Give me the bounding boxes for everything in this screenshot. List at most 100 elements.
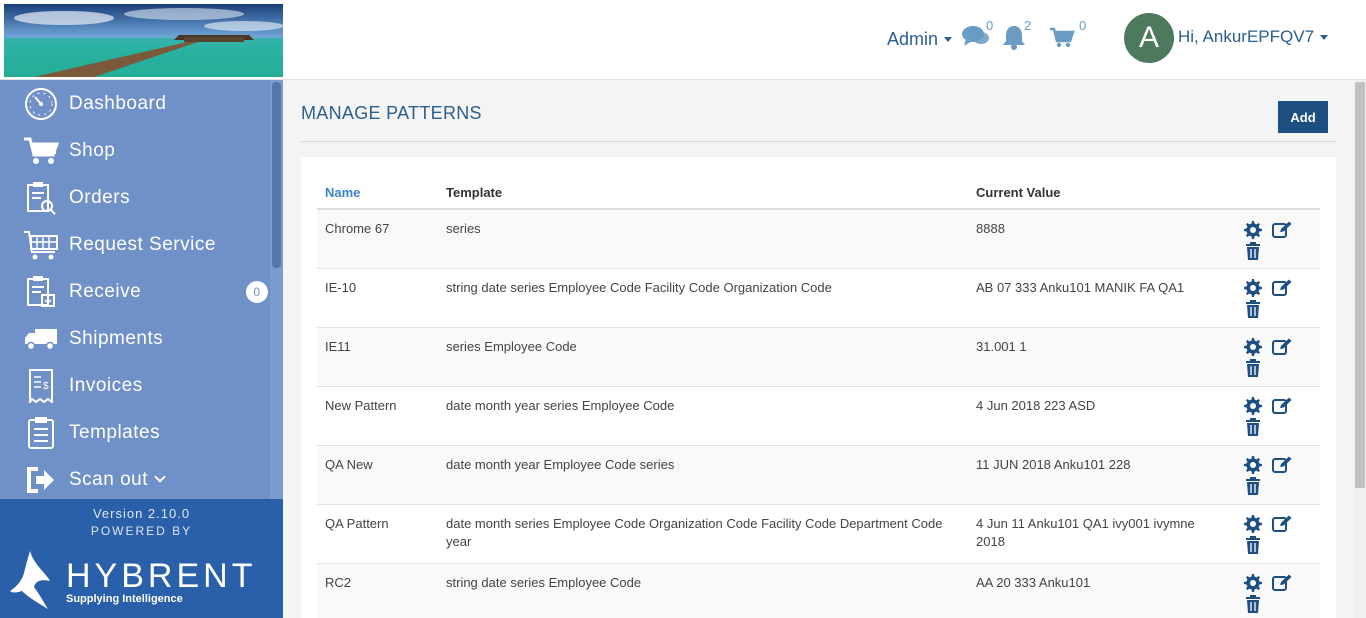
sidebar-scrollbar-thumb[interactable]	[272, 82, 281, 268]
table-row: RC2 string date series Employee Code AA 20…	[317, 562, 1320, 618]
edit-icon[interactable]	[1272, 456, 1292, 475]
truck-icon	[22, 322, 60, 356]
sign-out-icon	[22, 463, 60, 497]
page-title: MANAGE PATTERNS	[301, 103, 482, 123]
sidebar-item-label: Shop	[69, 139, 116, 161]
sidebar: Dashboard Shop Orders Request Service Re…	[0, 80, 283, 618]
sidebar-item-label: Request Service	[69, 233, 216, 255]
sidebar-item-label: Invoices	[69, 374, 143, 396]
delete-trash-icon[interactable]	[1243, 477, 1263, 496]
cart-count: 0	[1079, 18, 1087, 33]
table-row: IE-10 string date series Employee Code Fa…	[317, 267, 1320, 327]
receive-clipboard-icon	[22, 275, 60, 309]
edit-icon[interactable]	[1272, 279, 1292, 298]
delete-trash-icon[interactable]	[1243, 359, 1263, 378]
column-header-actions	[1230, 176, 1320, 210]
banner-image	[4, 4, 283, 77]
settings-gear-icon[interactable]	[1243, 515, 1263, 534]
cell-template: series	[438, 208, 968, 268]
user-menu[interactable]: Hi, AnkurEPFQV7	[1178, 27, 1329, 47]
cell-name: QA New	[317, 444, 438, 504]
sidebar-item-label: Scan out	[69, 469, 270, 491]
cell-actions	[1230, 503, 1320, 563]
settings-gear-icon[interactable]	[1243, 220, 1263, 239]
sidebar-item-templates[interactable]: Templates	[0, 409, 270, 456]
edit-icon[interactable]	[1272, 338, 1292, 357]
main-scrollbar-thumb[interactable]	[1355, 82, 1365, 488]
cell-template: string date series Employee Code Facilit…	[438, 267, 968, 327]
edit-icon[interactable]	[1272, 574, 1292, 593]
cell-actions	[1230, 444, 1320, 504]
hybrent-bird-logo-icon	[10, 551, 50, 609]
settings-gear-icon[interactable]	[1243, 338, 1263, 357]
edit-icon[interactable]	[1272, 515, 1292, 534]
delete-trash-icon[interactable]	[1243, 241, 1263, 260]
settings-gear-icon[interactable]	[1243, 279, 1263, 298]
cell-name: IE11	[317, 326, 438, 386]
column-header-current-value: Current Value	[968, 176, 1230, 210]
settings-gear-icon[interactable]	[1243, 397, 1263, 416]
sidebar-item-dashboard[interactable]: Dashboard	[0, 80, 270, 127]
request-service-cart-icon	[22, 228, 60, 262]
delete-trash-icon[interactable]	[1243, 418, 1263, 437]
sidebar-item-receive[interactable]: Receive 0	[0, 268, 270, 315]
admin-label: Admin	[887, 29, 939, 49]
edit-icon[interactable]	[1272, 397, 1292, 416]
cell-current-value: 31.001 1	[968, 326, 1230, 386]
bell-icon	[1003, 26, 1025, 50]
cell-actions	[1230, 562, 1320, 618]
sidebar-item-orders[interactable]: Orders	[0, 174, 270, 221]
patterns-table: Name Template Current Value Chrome 67 ser…	[317, 176, 1320, 618]
table-row: IE11 series Employee Code 31.001 1	[317, 326, 1320, 386]
delete-trash-icon[interactable]	[1243, 300, 1263, 319]
sidebar-item-label: Shipments	[69, 327, 164, 349]
svg-text:$: $	[43, 381, 49, 392]
cell-current-value: 11 JUN 2018 Anku101 228	[968, 444, 1230, 504]
sidebar-item-shop[interactable]: Shop	[0, 127, 270, 174]
top-header: Admin 0 2 0 A Hi, AnkurEPFQV7	[0, 0, 1366, 80]
delete-trash-icon[interactable]	[1243, 595, 1263, 614]
powered-by-text: POWERED BY	[90, 524, 193, 538]
cell-name: Chrome 67	[317, 208, 438, 268]
chevron-down-icon	[154, 470, 166, 483]
table-row: Chrome 67 series 8888	[317, 208, 1320, 268]
table-header-row: Name Template Current Value	[317, 176, 1320, 210]
cell-current-value: 8888	[968, 208, 1230, 268]
receive-count-badge: 0	[246, 280, 268, 303]
caret-down-icon	[1320, 34, 1329, 40]
avatar[interactable]: A	[1124, 13, 1174, 63]
sidebar-item-shipments[interactable]: Shipments	[0, 315, 270, 362]
sidebar-item-label: Receive	[69, 280, 142, 302]
cell-template: date month series Employee Code Organiza…	[438, 503, 968, 563]
brand-name: HYBRENT	[66, 557, 257, 595]
sidebar-item-scan-out[interactable]: Scan out	[0, 456, 270, 500]
cell-actions	[1230, 326, 1320, 386]
dashboard-gauge-icon	[22, 87, 60, 121]
admin-menu[interactable]: Admin	[887, 29, 953, 50]
notifications-button[interactable]: 2	[1002, 18, 1031, 54]
cell-template: string date series Employee Code	[438, 562, 968, 618]
sidebar-item-request-service[interactable]: Request Service	[0, 221, 270, 268]
add-pattern-button[interactable]: Add	[1278, 101, 1328, 133]
version-text: Version 2.10.0	[92, 506, 191, 521]
user-greeting: Hi, AnkurEPFQV7	[1178, 27, 1315, 46]
sidebar-item-invoices[interactable]: $ Invoices	[0, 362, 270, 409]
table-row: New Pattern date month year series Employ…	[317, 385, 1320, 445]
patterns-panel: Name Template Current Value Chrome 67 ser…	[301, 157, 1336, 618]
column-header-name[interactable]: Name	[317, 176, 438, 210]
settings-gear-icon[interactable]	[1243, 574, 1263, 593]
column-header-template: Template	[438, 176, 968, 210]
cell-name: IE-10	[317, 267, 438, 327]
invoice-receipt-icon: $	[22, 368, 60, 403]
cell-template: date month year series Employee Code	[438, 385, 968, 445]
cell-name: QA Pattern	[317, 503, 438, 563]
settings-gear-icon[interactable]	[1243, 456, 1263, 475]
cart-button[interactable]: 0	[1049, 18, 1086, 54]
messages-count: 0	[986, 18, 994, 33]
delete-trash-icon[interactable]	[1243, 536, 1263, 555]
table-row: QA Pattern date month series Employee Cod…	[317, 503, 1320, 563]
messages-button[interactable]: 0	[962, 18, 993, 54]
cell-template: series Employee Code	[438, 326, 968, 386]
edit-icon[interactable]	[1272, 220, 1292, 239]
sidebar-footer: Version 2.10.0 POWERED BY HYBRENT Supply…	[0, 499, 283, 618]
